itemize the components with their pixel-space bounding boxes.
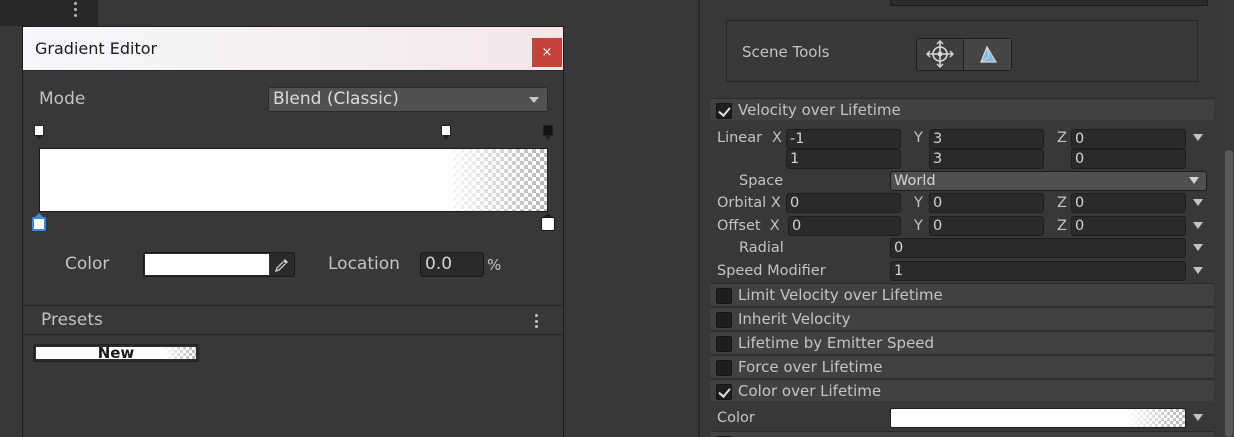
radial-mode-dropdown-icon[interactable] [1193, 244, 1203, 251]
velocity-module-label: Velocity over Lifetime [738, 101, 901, 119]
alpha-key-marker[interactable] [34, 125, 44, 141]
chevron-down-icon [1189, 177, 1199, 184]
offset-z-input[interactable]: 0 [1071, 216, 1186, 236]
presets-label: Presets [41, 310, 103, 330]
space-dropdown[interactable]: World [890, 171, 1207, 191]
orbital-y-input[interactable]: 0 [929, 193, 1044, 213]
location-label: Location [328, 254, 400, 274]
presets-menu-icon[interactable] [535, 314, 539, 328]
module-label: Inherit Velocity [738, 310, 851, 328]
preset-new-label: New [97, 344, 135, 362]
orbital-z-label: Z [1057, 195, 1067, 211]
shape-tool-button[interactable] [965, 39, 1011, 70]
alpha-key-marker[interactable] [543, 125, 553, 141]
alpha-key-marker[interactable] [441, 125, 451, 141]
module-checkbox[interactable] [716, 360, 732, 376]
module-velocity-over-lifetime[interactable]: Velocity over Lifetime [710, 98, 1214, 120]
color-label: Color [65, 254, 110, 274]
module-label: Color over Lifetime [738, 382, 882, 400]
module-label: Lifetime by Emitter Speed [738, 334, 935, 352]
location-input[interactable]: 0.0 [420, 252, 484, 277]
offset-y-input[interactable]: 0 [929, 216, 1044, 236]
module-label: Force over Lifetime [738, 358, 883, 376]
orbital-y-label: Y [914, 195, 923, 211]
percent-unit: % [487, 256, 502, 274]
orbital-mode-dropdown-icon[interactable] [1193, 199, 1203, 206]
linear-label: Linear [717, 130, 763, 146]
unity-editor-screen: Gradient Editor × Mode Blend (Classic) C… [0, 0, 1234, 437]
presets-header: Presets [23, 305, 563, 335]
panel-divider [698, 0, 700, 437]
preset-new-button[interactable]: New [33, 344, 199, 362]
module-checkbox[interactable] [716, 312, 732, 328]
module-inherit-velocity[interactable]: Inherit Velocity [710, 307, 1214, 329]
window-title: Gradient Editor [35, 39, 158, 58]
scene-tools-label: Scene Tools [742, 43, 830, 61]
space-label: Space [739, 173, 784, 189]
close-button[interactable]: × [532, 38, 562, 67]
move-tool-button[interactable] [917, 39, 964, 70]
color-key-marker[interactable] [541, 213, 555, 232]
linear-x-label: X [772, 130, 782, 146]
radial-input[interactable]: 0 [890, 238, 1186, 258]
orbital-z-input[interactable]: 0 [1071, 193, 1186, 213]
space-value: World [894, 173, 936, 189]
speed-modifier-input[interactable]: 1 [890, 261, 1186, 281]
offset-label: Offset X [717, 218, 780, 234]
linear-z-label: Z [1057, 130, 1067, 146]
mode-label: Mode [39, 89, 86, 109]
speed-modifier-label: Speed Modifier [717, 263, 826, 279]
linear-y-label: Y [914, 130, 923, 146]
offset-z-label: Z [1057, 218, 1067, 234]
shape-tool-icon [980, 45, 998, 63]
linear-mode-dropdown-icon[interactable] [1193, 134, 1203, 141]
color-field[interactable] [143, 252, 295, 277]
inspector-scrollbar[interactable] [1224, 0, 1234, 437]
mode-value: Blend (Classic) [273, 89, 399, 109]
offset-y-label: Y [914, 218, 923, 234]
orbital-label: Orbital X [717, 195, 781, 211]
linear-x-min-input[interactable]: -1 [786, 129, 901, 149]
color-key-marker-selected[interactable] [32, 213, 46, 232]
module-force-over-lifetime[interactable]: Force over Lifetime [710, 355, 1214, 377]
module-color-over-lifetime[interactable]: Color over Lifetime [710, 379, 1214, 401]
gradient-editor-window: Gradient Editor × Mode Blend (Classic) C… [22, 26, 564, 437]
partial-field-top[interactable] [890, 0, 1208, 6]
module-limit-velocity[interactable]: Limit Velocity over Lifetime [710, 283, 1214, 305]
color-over-lifetime-color-label: Color [717, 410, 755, 426]
top-left-toolbar [0, 0, 98, 26]
mode-dropdown[interactable]: Blend (Classic) [268, 87, 548, 112]
module-lifetime-by-emitter-speed[interactable]: Lifetime by Emitter Speed [710, 331, 1214, 353]
module-checkbox[interactable] [716, 384, 732, 400]
speed-modifier-mode-dropdown-icon[interactable] [1193, 267, 1203, 274]
scrollbar-thumb[interactable] [1225, 150, 1233, 437]
velocity-module-checkbox[interactable] [716, 103, 732, 119]
scene-tools-buttons [916, 38, 1012, 71]
more-options-icon[interactable] [72, 0, 78, 18]
linear-z-max-input[interactable]: 0 [1071, 149, 1186, 169]
offset-x-input[interactable]: 0 [788, 216, 901, 236]
color-over-lifetime-gradient-field[interactable] [890, 408, 1186, 428]
linear-y-min-input[interactable]: 3 [929, 129, 1044, 149]
module-checkbox[interactable] [716, 336, 732, 352]
offset-mode-dropdown-icon[interactable] [1193, 222, 1203, 229]
linear-z-min-input[interactable]: 0 [1071, 129, 1186, 149]
linear-y-max-input[interactable]: 3 [929, 149, 1044, 169]
eyedropper-icon[interactable] [274, 257, 290, 273]
gradient-mode-dropdown-icon[interactable] [1193, 414, 1203, 421]
linear-x-max-input[interactable]: 1 [786, 149, 901, 169]
module-next[interactable] [710, 431, 1214, 437]
radial-label: Radial [739, 240, 784, 256]
module-checkbox[interactable] [716, 288, 732, 304]
chevron-down-icon [529, 97, 539, 103]
move-tool-icon [926, 40, 954, 68]
orbital-x-input[interactable]: 0 [786, 193, 901, 213]
gradient-preview[interactable] [39, 148, 548, 212]
gradient-editor-titlebar[interactable]: Gradient Editor × [23, 27, 563, 71]
color-swatch[interactable] [145, 254, 269, 275]
module-label: Limit Velocity over Lifetime [738, 286, 943, 304]
